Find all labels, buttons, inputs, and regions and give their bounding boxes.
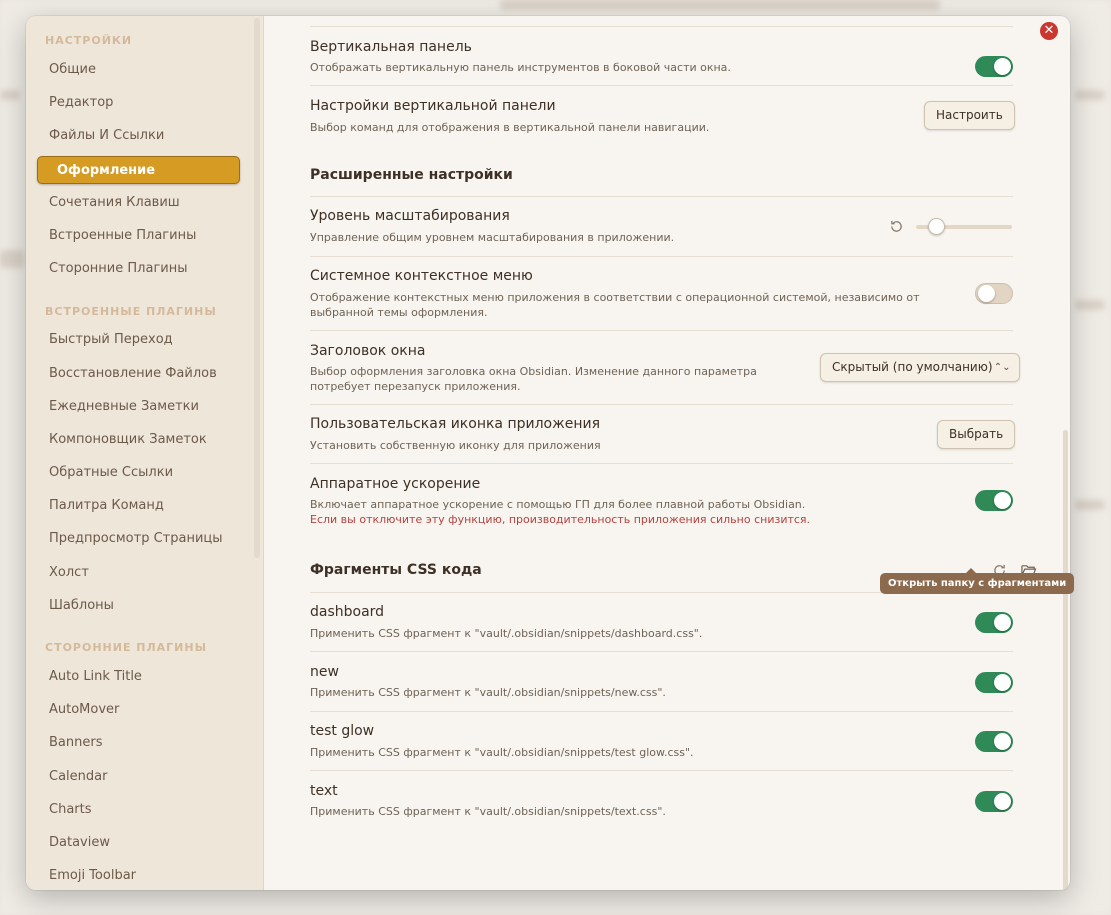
snippet-name: new <box>310 664 339 680</box>
css-snippets-heading: Фрагменты CSS кода <box>310 562 482 578</box>
sidebar-item-hotkeys[interactable]: Сочетания Клавиш <box>37 189 240 217</box>
sidebar-item-editor[interactable]: Редактор <box>37 89 240 117</box>
warning-text: Если вы отключите эту функцию, производи… <box>310 513 811 526</box>
snippet-toggle-text[interactable] <box>975 791 1013 812</box>
toggle-knob <box>994 492 1011 509</box>
snippet-row: new Применить CSS фрагмент к "vault/.obs… <box>310 651 1013 711</box>
sidebar-item-appearance[interactable]: Оформление <box>37 156 240 184</box>
settings-content: Вертикальная панель Отображать вертикаль… <box>264 16 1070 890</box>
sidebar-item-emoji-toolbar[interactable]: Emoji Toolbar <box>37 862 240 890</box>
setting-description: Включает аппаратное ускорение с помощью … <box>310 498 806 511</box>
setting-vertical-panel-config: Настройки вертикальной панели Выбор кома… <box>310 85 1015 145</box>
setting-description: Управление общим уровнем масштабирования… <box>310 231 675 244</box>
setting-native-menus: Системное контекстное меню Отображение к… <box>310 256 1013 330</box>
close-icon[interactable]: ✕ <box>1040 22 1058 40</box>
zoom-slider-handle[interactable] <box>927 218 945 235</box>
setting-app-icon: Пользовательская иконка приложения Устан… <box>310 404 1016 464</box>
choose-icon-button[interactable]: Выбрать <box>937 420 1016 449</box>
sidebar-item-daily-notes[interactable]: Ежедневные Заметки <box>37 393 240 421</box>
snippet-description: Применить CSS фрагмент к "vault/.obsidia… <box>310 746 694 759</box>
setting-description: Отображать вертикальную панель инструмен… <box>310 61 731 74</box>
sidebar-item-command-palette[interactable]: Палитра Команд <box>37 492 240 520</box>
setting-description: Выбор команд для отображения в вертикаль… <box>310 121 710 134</box>
sidebar-item-auto-link-title[interactable]: Auto Link Title <box>37 663 240 691</box>
setting-description-line-2: потребует перезапуск приложения. <box>310 380 521 393</box>
settings-modal: НАСТРОЙКИ Общие Редактор Файлы И Ссылки … <box>26 16 1070 890</box>
tooltip: Открыть папку с фрагментами <box>880 568 1075 594</box>
setting-description-line-2: выбранной темы оформления. <box>310 306 488 319</box>
snippet-row: text Применить CSS фрагмент к "vault/.ob… <box>310 770 1013 830</box>
select-value: Скрытый (по умолчанию) <box>832 360 993 374</box>
sidebar-item-banners[interactable]: Banners <box>37 729 240 757</box>
sidebar-item-page-preview[interactable]: Предпросмотр Страницы <box>37 525 240 553</box>
sidebar-group-community-plugins: СТОРОННИЕ ПЛАГИНЫ <box>45 641 207 654</box>
sidebar-item-templates[interactable]: Шаблоны <box>37 592 240 620</box>
sidebar-scrollbar[interactable] <box>254 18 260 558</box>
setting-window-frame: Заголовок окна Выбор оформления заголовк… <box>310 330 1020 404</box>
sidebar-item-charts[interactable]: Charts <box>37 796 240 824</box>
setting-title: Настройки вертикальной панели <box>310 98 556 114</box>
chevron-updown-icon: ⌃⌄ <box>993 362 1011 373</box>
toggle-knob <box>994 58 1011 75</box>
reset-icon[interactable] <box>889 219 904 234</box>
sidebar-item-dataview[interactable]: Dataview <box>37 829 240 857</box>
sidebar-item-community-plugins[interactable]: Сторонние Плагины <box>37 255 240 283</box>
setting-title: Аппаратное ускорение <box>310 476 481 492</box>
content-scrollbar[interactable] <box>1063 430 1068 890</box>
advanced-settings-heading: Расширенные настройки <box>310 167 513 183</box>
setting-hardware-acceleration: Аппаратное ускорение Включает аппаратное… <box>310 463 1013 538</box>
vertical-panel-toggle[interactable] <box>975 56 1013 77</box>
sidebar-item-files-links[interactable]: Файлы И Ссылки <box>37 122 240 150</box>
native-menus-toggle[interactable] <box>975 283 1013 304</box>
setting-description: Установить собственную иконку для прилож… <box>310 439 601 452</box>
snippet-toggle-dashboard[interactable] <box>975 612 1013 633</box>
toggle-knob <box>994 793 1011 810</box>
snippet-description: Применить CSS фрагмент к "vault/.obsidia… <box>310 805 666 818</box>
toggle-knob <box>994 733 1011 750</box>
snippet-description: Применить CSS фрагмент к "vault/.obsidia… <box>310 686 666 699</box>
sidebar-item-calendar[interactable]: Calendar <box>37 763 240 791</box>
toggle-knob <box>994 674 1011 691</box>
sidebar-item-core-plugins[interactable]: Встроенные Плагины <box>37 222 240 250</box>
setting-description-line-1: Отображение контекстных меню приложения … <box>310 291 920 304</box>
toggle-knob <box>978 285 995 302</box>
setting-title: Пользовательская иконка приложения <box>310 416 601 432</box>
snippet-description: Применить CSS фрагмент к "vault/.obsidia… <box>310 627 703 640</box>
setting-title: Вертикальная панель <box>310 39 472 55</box>
sidebar-item-general[interactable]: Общие <box>37 56 240 84</box>
sidebar-item-file-recovery[interactable]: Восстановление Файлов <box>37 360 240 388</box>
sidebar-item-canvas[interactable]: Холст <box>37 559 240 587</box>
snippet-toggle-test-glow[interactable] <box>975 731 1013 752</box>
setting-zoom-level: Уровень масштабирования Управление общим… <box>310 196 1013 256</box>
snippet-toggle-new[interactable] <box>975 672 1013 693</box>
window-frame-select[interactable]: Скрытый (по умолчанию) ⌃⌄ <box>820 353 1020 382</box>
setting-vertical-panel: Вертикальная панель Отображать вертикаль… <box>310 26 1013 86</box>
snippet-name: text <box>310 783 338 799</box>
setting-title: Системное контекстное меню <box>310 268 533 284</box>
configure-button[interactable]: Настроить <box>924 101 1015 130</box>
setting-title: Заголовок окна <box>310 343 426 359</box>
sidebar-group-core-plugins: ВСТРОЕННЫЕ ПЛАГИНЫ <box>45 305 217 318</box>
sidebar-group-settings: НАСТРОЙКИ <box>45 34 133 47</box>
sidebar-item-automover[interactable]: AutoMover <box>37 696 240 724</box>
setting-title: Уровень масштабирования <box>310 208 510 224</box>
snippet-row: dashboard Применить CSS фрагмент к "vaul… <box>310 592 1013 652</box>
toggle-knob <box>994 614 1011 631</box>
sidebar-item-note-composer[interactable]: Компоновщик Заметок <box>37 426 240 454</box>
settings-sidebar: НАСТРОЙКИ Общие Редактор Файлы И Ссылки … <box>26 16 264 890</box>
snippet-name: dashboard <box>310 604 385 620</box>
sidebar-item-quick-switcher[interactable]: Быстрый Переход <box>37 326 240 354</box>
setting-description-line-1: Выбор оформления заголовка окна Obsidian… <box>310 365 757 378</box>
snippet-name: test glow <box>310 723 375 739</box>
sidebar-item-backlinks[interactable]: Обратные Ссылки <box>37 459 240 487</box>
snippet-row: test glow Применить CSS фрагмент к "vaul… <box>310 711 1013 771</box>
hardware-acceleration-toggle[interactable] <box>975 490 1013 511</box>
